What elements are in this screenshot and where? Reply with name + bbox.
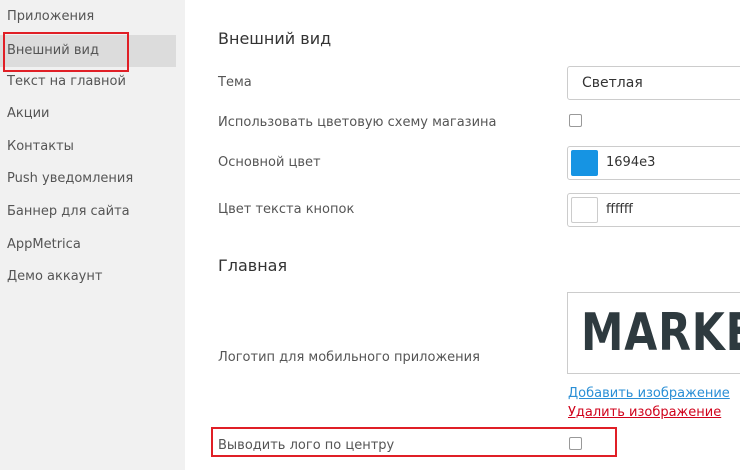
add-image-link[interactable]: Добавить изображение [568, 386, 730, 401]
sidebar-item-promotions[interactable]: Акции [0, 98, 176, 130]
use-store-colors-label: Использовать цветовую схему магазина [218, 115, 497, 130]
sidebar-item-label: Баннер для сайта [7, 204, 130, 219]
primary-color-value: 1694e3 [606, 155, 656, 170]
sidebar-item-demo-account[interactable]: Демо аккаунт [0, 261, 176, 293]
theme-label: Тема [218, 75, 252, 90]
sidebar-item-label: Текст на главной [7, 74, 126, 89]
use-store-colors-checkbox[interactable] [569, 114, 582, 127]
sidebar-item-home-text[interactable]: Текст на главной [0, 66, 176, 98]
sidebar-item-label: Контакты [7, 139, 74, 154]
sidebar-item-label: Внешний вид [7, 43, 99, 58]
sidebar-item-apps[interactable]: Приложения [0, 1, 176, 33]
sidebar-item-label: AppMetrica [7, 237, 81, 252]
sidebar-item-label: Акции [7, 106, 50, 121]
logo-preview: MARKET [567, 292, 740, 374]
center-logo-checkbox[interactable] [569, 437, 582, 450]
sidebar-item-push[interactable]: Push уведомления [0, 163, 176, 195]
button-text-color-input[interactable]: ffffff [567, 193, 740, 227]
sidebar-item-label: Push уведомления [7, 171, 134, 186]
primary-color-input[interactable]: 1694e3 [567, 146, 740, 180]
button-text-color-value: ffffff [606, 202, 633, 217]
sidebar-item-site-banner[interactable]: Баннер для сайта [0, 196, 176, 228]
section-title-home: Главная [218, 256, 288, 275]
sidebar-item-appmetrica[interactable]: AppMetrica [0, 229, 176, 261]
delete-image-link[interactable]: Удалить изображение [568, 405, 721, 420]
section-title-appearance: Внешний вид [218, 29, 332, 48]
sidebar-item-label: Приложения [7, 9, 95, 24]
theme-select-value: Светлая [582, 75, 643, 91]
button-text-color-label: Цвет текста кнопок [218, 202, 355, 217]
theme-select[interactable]: Светлая [567, 66, 740, 100]
sidebar-item-label: Демо аккаунт [7, 269, 103, 284]
center-logo-label: Выводить лого по центру [218, 438, 395, 453]
logo-label: Логотип для мобильного приложения [218, 350, 480, 365]
logo-image: MARKET [581, 303, 740, 363]
primary-color-label: Основной цвет [218, 155, 321, 170]
sidebar-item-contacts[interactable]: Контакты [0, 131, 176, 163]
primary-color-swatch[interactable] [571, 150, 598, 176]
button-text-color-swatch[interactable] [571, 197, 598, 223]
sidebar-item-appearance[interactable]: Внешний вид [0, 35, 176, 67]
sidebar: Приложения Внешний вид Текст на главной … [0, 0, 185, 470]
